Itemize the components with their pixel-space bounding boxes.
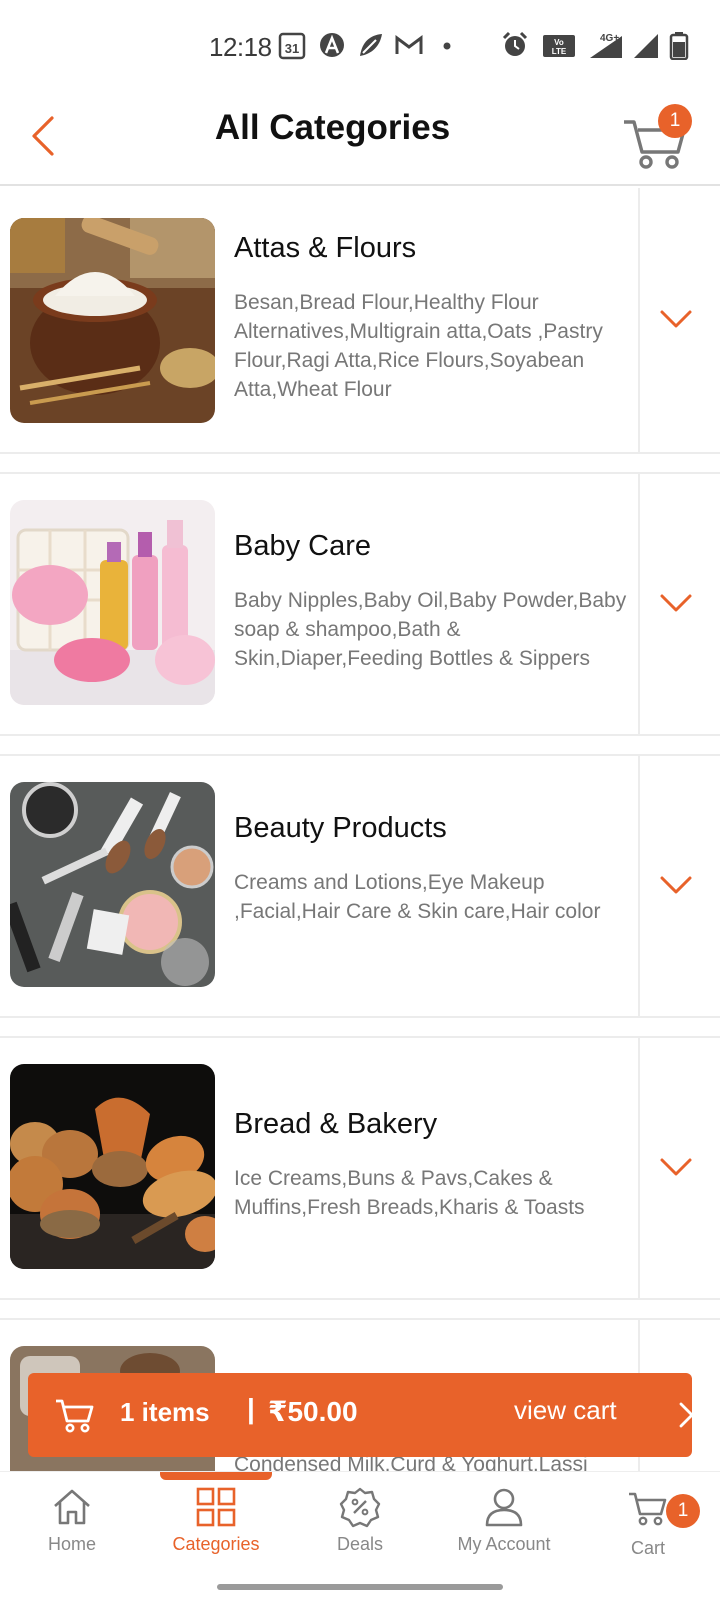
chevron-down-icon[interactable]: [655, 298, 697, 340]
calendar-day: 31: [285, 41, 299, 56]
signal-icon: [634, 34, 658, 58]
category-image-bakery: [10, 1064, 215, 1269]
category-image-flour: [10, 218, 215, 423]
battery-icon: [669, 32, 689, 60]
cart-summary-bar[interactable]: 1 items | ₹50.00 view cart: [28, 1373, 694, 1457]
category-row[interactable]: Bread & Bakery Ice Creams,Buns & Pavs,Ca…: [0, 1036, 720, 1300]
header-cart-badge: 1: [658, 104, 692, 138]
row-divider: [638, 188, 640, 452]
baby-care-bottles-photo: [10, 500, 215, 705]
dot-icon: [443, 42, 451, 50]
row-divider: [638, 474, 640, 734]
category-row[interactable]: Beauty Products Creams and Lotions,Eye M…: [0, 754, 720, 1018]
active-tab-indicator: [160, 1472, 272, 1480]
gmail-icon: [395, 35, 423, 54]
nav-deals[interactable]: Deals: [288, 1486, 432, 1566]
category-row[interactable]: Baby Care Baby Nipples,Baby Oil,Baby Pow…: [0, 472, 720, 736]
category-subcategories: Ice Creams,Buns & Pavs,Cakes & Muffins,F…: [234, 1167, 585, 1219]
nav-label-cart: Cart: [630, 1538, 665, 1558]
nav-label-categories: Categories: [172, 1534, 260, 1554]
view-cart-button[interactable]: view cart: [514, 1395, 617, 1426]
nav-label-home: Home: [47, 1534, 96, 1554]
calendar-icon: 31: [278, 32, 306, 60]
nav-cart[interactable]: Cart: [576, 1486, 720, 1566]
nav-label-account: My Account: [457, 1534, 551, 1554]
nav-categories[interactable]: Categories: [144, 1486, 288, 1566]
discount-badge-icon: [339, 1487, 381, 1528]
category-image-beauty: [10, 782, 215, 987]
cart-icon: [56, 1399, 94, 1433]
alarm-icon: [502, 31, 528, 56]
signal-4g-icon: 4G+: [590, 33, 622, 58]
app-a-icon: [320, 33, 344, 57]
leaf-icon: [360, 34, 382, 56]
category-name: Beauty Products: [234, 812, 447, 844]
flour-bowl-photo: [10, 218, 215, 423]
nav-label-deals: Deals: [336, 1534, 384, 1554]
status-bar: 12:18 31 Vo LTE 4G+: [0, 0, 720, 92]
chevron-down-icon[interactable]: [655, 582, 697, 624]
category-subcategories: Creams and Lotions,Eye Makeup ,Facial,Ha…: [234, 871, 601, 923]
nav-cart-badge: 1: [666, 1494, 700, 1528]
category-name: Bread & Bakery: [234, 1108, 438, 1140]
row-divider: [638, 1038, 640, 1298]
row-divider: [638, 756, 640, 1016]
user-icon: [485, 1488, 523, 1527]
cart-separator: |: [247, 1393, 255, 1424]
grid-icon: [196, 1487, 236, 1527]
cart-total-amount: ₹50.00: [268, 1396, 358, 1427]
nav-home[interactable]: Home: [0, 1486, 144, 1566]
cart-icon: [629, 1492, 667, 1526]
home-indicator[interactable]: [217, 1584, 503, 1590]
svg-text:Vo: Vo: [554, 38, 564, 47]
bakery-breads-photo: [10, 1064, 215, 1269]
category-subcategories: Besan,Bread Flour,Healthy Flour Alternat…: [234, 291, 603, 401]
category-name: Baby Care: [234, 530, 372, 562]
screen: 12:18 31 Vo LTE 4G+ All Categories 1 Att…: [0, 0, 720, 1600]
makeup-brushes-photo: [10, 782, 215, 987]
bottom-navigation: Home Categories Deals My Account Cart 1: [0, 1471, 720, 1600]
volte-icon: Vo LTE: [543, 35, 575, 57]
category-name: Attas & Flours: [234, 232, 417, 264]
status-time: 12:18: [209, 32, 272, 62]
svg-text:LTE: LTE: [552, 47, 567, 56]
cart-item-count: 1 items: [120, 1397, 210, 1427]
home-icon: [54, 1489, 90, 1525]
chevron-down-icon[interactable]: [655, 1146, 697, 1188]
nav-my-account[interactable]: My Account: [432, 1486, 576, 1566]
category-subcategories: Baby Nipples,Baby Oil,Baby Powder,Baby s…: [234, 589, 627, 670]
category-image-baby-care: [10, 500, 215, 705]
category-row[interactable]: Attas & Flours Besan,Bread Flour,Healthy…: [0, 188, 720, 454]
chevron-right-icon: [679, 1402, 694, 1428]
page-title: All Categories: [214, 108, 451, 147]
chevron-down-icon[interactable]: [655, 864, 697, 906]
app-header: All Categories 1: [0, 92, 720, 186]
